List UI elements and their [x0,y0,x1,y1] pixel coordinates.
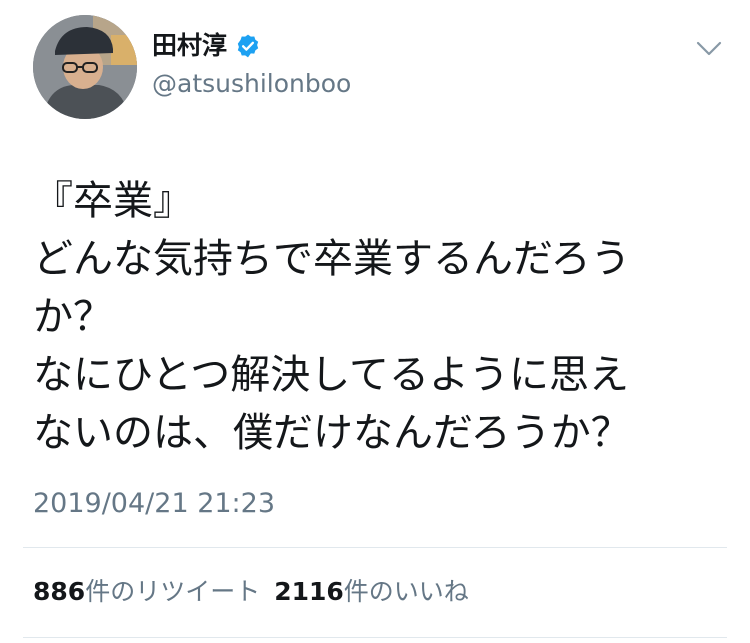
retweets-stat[interactable]: 886件のリツイート [33,577,260,606]
divider [23,637,727,638]
author-handle[interactable]: @atsushilonboo [152,68,351,100]
tweet-line: ないのは、僕だけなんだろうか？ [33,410,631,456]
avatar-photo [33,15,137,119]
user-avatar[interactable] [33,15,137,119]
author-name-text: 田村淳 [152,31,228,60]
divider [23,547,727,548]
tweet-line: か？ [33,294,113,340]
like-label: 件のいいね [343,577,469,606]
tweet-line: どんな気持ちで卒業するんだろう [33,236,631,282]
like-count: 2116 [274,577,344,606]
tweet-stats: 886件のリツイート 2116件のいいね [33,574,469,610]
tweet-line: 『卒業』 [33,178,193,224]
author-display-name[interactable]: 田村淳 [152,30,261,62]
retweet-label: 件のリツイート [85,577,261,606]
tweet-line: なにひとつ解決してるように思え [33,352,629,398]
tweet-text: 『卒業』 どんな気持ちで卒業するんだろう か？ なにひとつ解決してるように思え … [33,172,723,462]
retweet-count: 886 [33,577,86,606]
tweet-timestamp[interactable]: 2019/04/21 21:23 [33,486,275,522]
chevron-down-icon[interactable] [694,38,724,60]
verified-badge-icon [235,33,261,59]
likes-stat[interactable]: 2116件のいいね [274,577,469,606]
